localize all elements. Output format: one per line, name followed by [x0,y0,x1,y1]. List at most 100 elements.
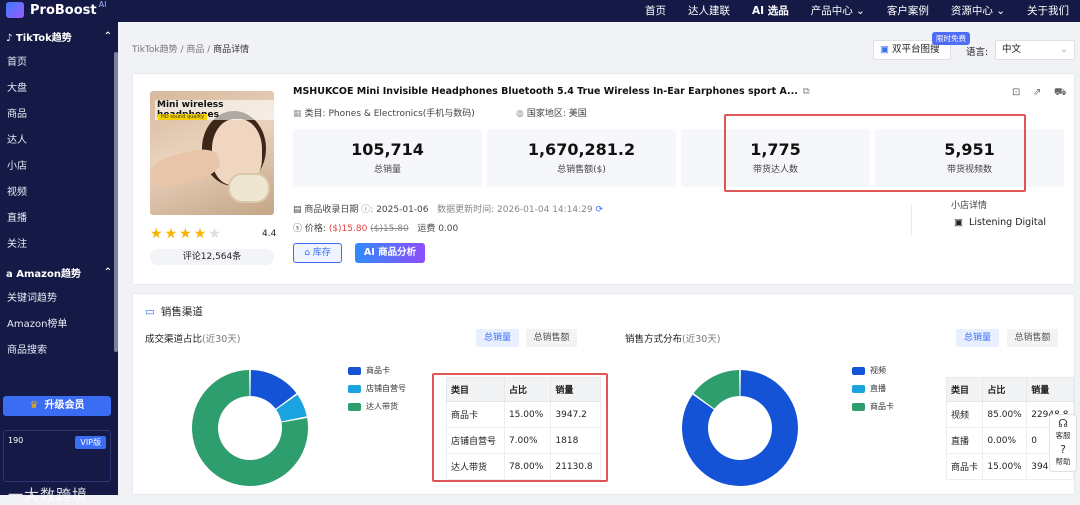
sidebar-item[interactable]: 商品 [0,102,118,128]
stock-button[interactable]: ⌂ 库存 [293,243,342,263]
shop-icon: ▣ [954,217,963,228]
highlight-box [724,114,1026,192]
refresh-icon[interactable]: ⟳ [596,205,604,215]
highlight-box [432,373,608,482]
legend-label: 直播 [870,384,886,393]
table-cell: 15.00% [982,453,1028,480]
sidebar-item[interactable]: 达人 [0,128,118,154]
monitor-icon: ▭ [145,306,155,318]
calendar-icon: ▤ [293,205,302,215]
sidebar-section-tiktok[interactable]: ♪ TikTok趋势 ⌃ [0,22,118,50]
breadcrumb-item[interactable]: 商品 [186,45,204,55]
service-label[interactable]: 客服 [1056,431,1071,440]
copy-icon[interactable]: ⧉ [803,86,810,97]
legend-item[interactable]: 商品卡 [348,365,406,383]
toggle-total-sales[interactable]: 总销量 [476,329,519,347]
top-nav-item[interactable]: 客户案例 [876,0,940,22]
star-icon: ★ [164,226,180,242]
right-chart-title: 销售方式分布(近30天) [625,331,721,345]
user-card[interactable]: 190 VIP版 [3,430,111,482]
category-label: 类目: [304,109,326,119]
stat-total-sales: 105,714 总销量 [293,129,482,187]
logo-icon [6,2,24,18]
top-nav-item[interactable]: AI 选品 [741,0,800,22]
legend-swatch [348,403,361,411]
original-price: ($)15.80 [370,224,409,234]
help-label[interactable]: 帮助 [1056,457,1071,466]
tiktok-icon: ♪ [6,32,13,44]
left-chart-title-text: 成交渠道占比 [145,334,203,345]
shop-name[interactable]: ▣ Listening Digital [954,217,1046,228]
sidebar-item[interactable]: 小店 [0,154,118,180]
legend-item[interactable]: 店铺自营号 [348,383,406,401]
price-label: 价格: [304,224,326,234]
top-nav-item[interactable]: 资源中心 ⌄ [940,0,1016,22]
sidebar-section-amazon[interactable]: a Amazon趋势 ⌃ [0,258,118,286]
language-select[interactable]: 中文 ⌄ [995,40,1075,60]
stock-label: 库存 [312,248,331,258]
top-bar: ProBoost AI 首页 达人建联 AI 选品 产品中心 ⌄ 客户案例 资源中心 ⌄ 关… [0,0,1080,22]
sidebar-section-label: Amazon趋势 [16,268,81,280]
logo[interactable]: ProBoost AI [6,0,106,18]
sidebar-section-label: TikTok趋势 [15,32,72,44]
right-chart-title-text: 销售方式分布 [625,334,683,345]
sidebar-item[interactable]: 关注 [0,232,118,258]
sidebar-item[interactable]: 直播 [0,206,118,232]
product-image-tag: HD sound quality [158,114,208,120]
crown-icon: ♛ [29,400,39,411]
legend-item[interactable]: 直播 [852,383,894,401]
breadcrumb-item[interactable]: TikTok趋势 [132,45,178,55]
top-nav-item[interactable]: 首页 [634,0,677,22]
free-badge: 限时免费 [932,32,970,45]
vip-badge: VIP版 [75,436,106,449]
channel-legend: 商品卡店铺自营号 达人带货 [348,365,406,419]
legend-label: 商品卡 [366,366,390,375]
upgrade-button[interactable]: ♛ 升级会员 [3,396,111,416]
ai-analysis-button[interactable]: AI 商品分析 [355,243,425,263]
chevron-down-icon: ⌄ [1060,44,1068,55]
chevron-up-icon: ⌃ [103,266,112,278]
table-cell: 85.00% [982,401,1028,428]
update-label: 数据更新时间: [437,205,495,215]
cross-platform-label: 双平台图搜 [891,44,940,55]
external-link-icon[interactable]: ⇗ [1033,87,1041,98]
logo-text: ProBoost [30,2,97,18]
category-icon: ▦ [293,109,302,119]
table-cell: 直播 [945,427,984,454]
sidebar-item[interactable]: 大盘 [0,76,118,102]
rating-stars: ★★★★★ [150,226,223,242]
sidebar-item[interactable]: 视频 [0,180,118,206]
sidebar-item[interactable]: 商品搜索 [0,338,118,364]
cart-icon[interactable]: ⛟ [1054,87,1067,100]
sidebar-item[interactable]: Amazon榜单 [0,312,118,338]
top-nav-item[interactable]: 产品中心 ⌄ [800,0,876,22]
stat-value: 1,670,281.2 [527,140,636,159]
star-icon: ★ [208,226,223,242]
chevron-up-icon: ⌃ [103,30,112,42]
help-circle-icon[interactable]: ? [1050,444,1076,456]
sidebar: ♪ TikTok趋势 ⌃ 首页 大盘 商品 达人 小店 视频 直播 关注 a Amazon趋势… [0,22,118,504]
product-image[interactable]: Mini wireless headphones HD sound qualit… [150,91,274,215]
price-value: ($)15.80 [328,224,368,234]
top-nav-item[interactable]: 关于我们 [1016,0,1080,22]
sidebar-item[interactable]: 关键词趋势 [0,286,118,312]
section-title-text: 销售渠道 [160,306,203,318]
sidebar-scrollbar[interactable] [114,52,118,352]
toggle-total-revenue[interactable]: 总销售额 [1007,329,1058,347]
headset-icon[interactable]: ☊ [1050,418,1076,430]
toggle-total-revenue[interactable]: 总销售额 [526,329,577,347]
price-icon: ⓢ [293,224,303,234]
legend-item[interactable]: 商品卡 [852,401,894,419]
legend-item[interactable]: 达人带货 [348,401,406,419]
legend-item[interactable]: 视频 [852,365,894,383]
bookmark-icon[interactable]: ⊡ [1012,87,1020,98]
legend-label: 达人带货 [366,402,398,411]
amazon-icon: a [6,268,13,280]
toggle-total-sales[interactable]: 总销量 [956,329,999,347]
date-info: ▤ 商品收录日期 ⓘ: 2025-01-06 数据更新时间: 2026-01-0… [293,202,603,215]
top-nav-item[interactable]: 达人建联 [677,0,741,22]
star-icon: ★ [179,226,194,242]
sidebar-item[interactable]: 首页 [0,50,118,76]
review-count: 评论12,564条 [150,249,274,265]
help-icon[interactable]: ⓘ: [361,205,373,215]
